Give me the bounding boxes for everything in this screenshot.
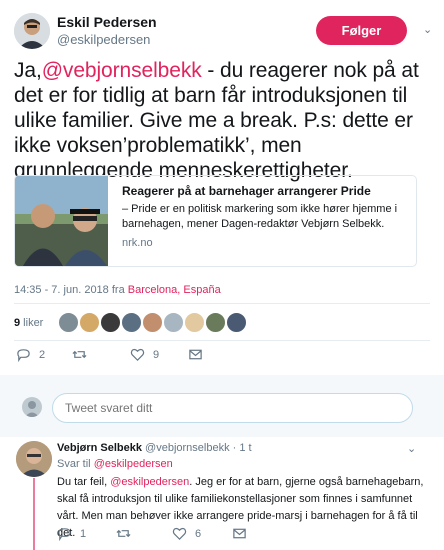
liker-avatar[interactable] xyxy=(142,312,163,333)
reply-input[interactable] xyxy=(52,393,413,423)
card-description: – Pride er en politisk markering som ikk… xyxy=(122,203,398,230)
replying-mention[interactable]: @eskilpedersen xyxy=(94,458,173,470)
heart-icon xyxy=(130,348,145,361)
envelope-icon xyxy=(233,528,246,539)
replying-prefix: Svar til xyxy=(57,458,94,470)
retweet-icon xyxy=(116,529,131,538)
divider xyxy=(14,303,430,304)
liker-avatar[interactable] xyxy=(184,312,205,333)
like-count: 9 xyxy=(153,348,160,361)
location-link[interactable]: Barcelona, España xyxy=(128,284,221,296)
like-count: 6 xyxy=(195,527,202,540)
tweet-prefix: Ja, xyxy=(14,59,42,82)
chevron-down-icon[interactable]: ⌄ xyxy=(423,23,432,36)
following-button[interactable]: Følger xyxy=(316,16,407,45)
reply-author-name[interactable]: Vebjørn Selbekk xyxy=(57,442,142,454)
direct-message-action[interactable] xyxy=(188,347,203,362)
retweet-action[interactable] xyxy=(116,526,139,541)
divider xyxy=(14,340,430,341)
liker-avatar[interactable] xyxy=(163,312,184,333)
liker-avatar[interactable] xyxy=(79,312,100,333)
reply-action[interactable]: 1 xyxy=(57,526,86,541)
tweet-time[interactable]: 14:35 - 7. jun. 2018 fra xyxy=(14,284,128,296)
liker-avatar[interactable] xyxy=(100,312,121,333)
card-title: Reagerer på at barnehager arrangerer Pri… xyxy=(122,184,371,198)
card-domain: nrk.no xyxy=(122,237,153,249)
envelope-icon xyxy=(189,349,202,360)
reply-action[interactable]: 2 xyxy=(16,347,45,362)
liker-avatar[interactable] xyxy=(121,312,142,333)
like-action[interactable]: 9 xyxy=(130,347,159,362)
heart-icon xyxy=(172,527,187,540)
author-handle[interactable]: @eskilpedersen xyxy=(57,32,150,47)
liker-avatar[interactable] xyxy=(226,312,247,333)
liker-avatar[interactable] xyxy=(58,312,79,333)
reply-icon xyxy=(58,528,71,541)
retweet-icon xyxy=(72,350,87,359)
reply-count: 2 xyxy=(39,348,46,361)
thread-line xyxy=(33,478,35,550)
author-avatar[interactable] xyxy=(14,13,50,49)
link-card[interactable]: Reagerer på at barnehager arrangerer Pri… xyxy=(14,175,417,267)
liker-avatar[interactable] xyxy=(205,312,226,333)
chevron-down-icon[interactable]: ⌄ xyxy=(407,442,416,455)
reply-header: Vebjørn Selbekk @vebjornselbekk · 1 t xyxy=(57,442,252,454)
author-name[interactable]: Eskil Pedersen xyxy=(57,14,157,30)
likes-label: liker xyxy=(20,317,44,329)
reply-text-prefix: Du tar feil, xyxy=(57,476,111,488)
like-action[interactable]: 6 xyxy=(172,526,201,541)
reply-icon xyxy=(17,349,30,362)
likes-summary[interactable]: 9 liker xyxy=(14,317,43,329)
reply-time[interactable]: · 1 t xyxy=(233,442,252,454)
reply-author-avatar[interactable] xyxy=(16,441,52,477)
reply-count: 1 xyxy=(80,527,87,540)
reply-mention[interactable]: @eskilpedersen xyxy=(110,476,189,488)
reply-author-handle[interactable]: @vebjornselbekk xyxy=(145,442,230,454)
mention-link[interactable]: @vebjornselbekk xyxy=(42,59,202,82)
retweet-action[interactable] xyxy=(72,347,95,362)
tweet-text: Ja,@vebjornselbekk - du reagerer nok på … xyxy=(14,58,434,183)
tweet-timestamp: 14:35 - 7. jun. 2018 fra Barcelona, Espa… xyxy=(14,284,221,296)
user-avatar xyxy=(22,397,42,417)
direct-message-action[interactable] xyxy=(232,526,247,541)
card-thumbnail xyxy=(15,176,108,266)
replying-to: Svar til @eskilpedersen xyxy=(57,458,173,470)
